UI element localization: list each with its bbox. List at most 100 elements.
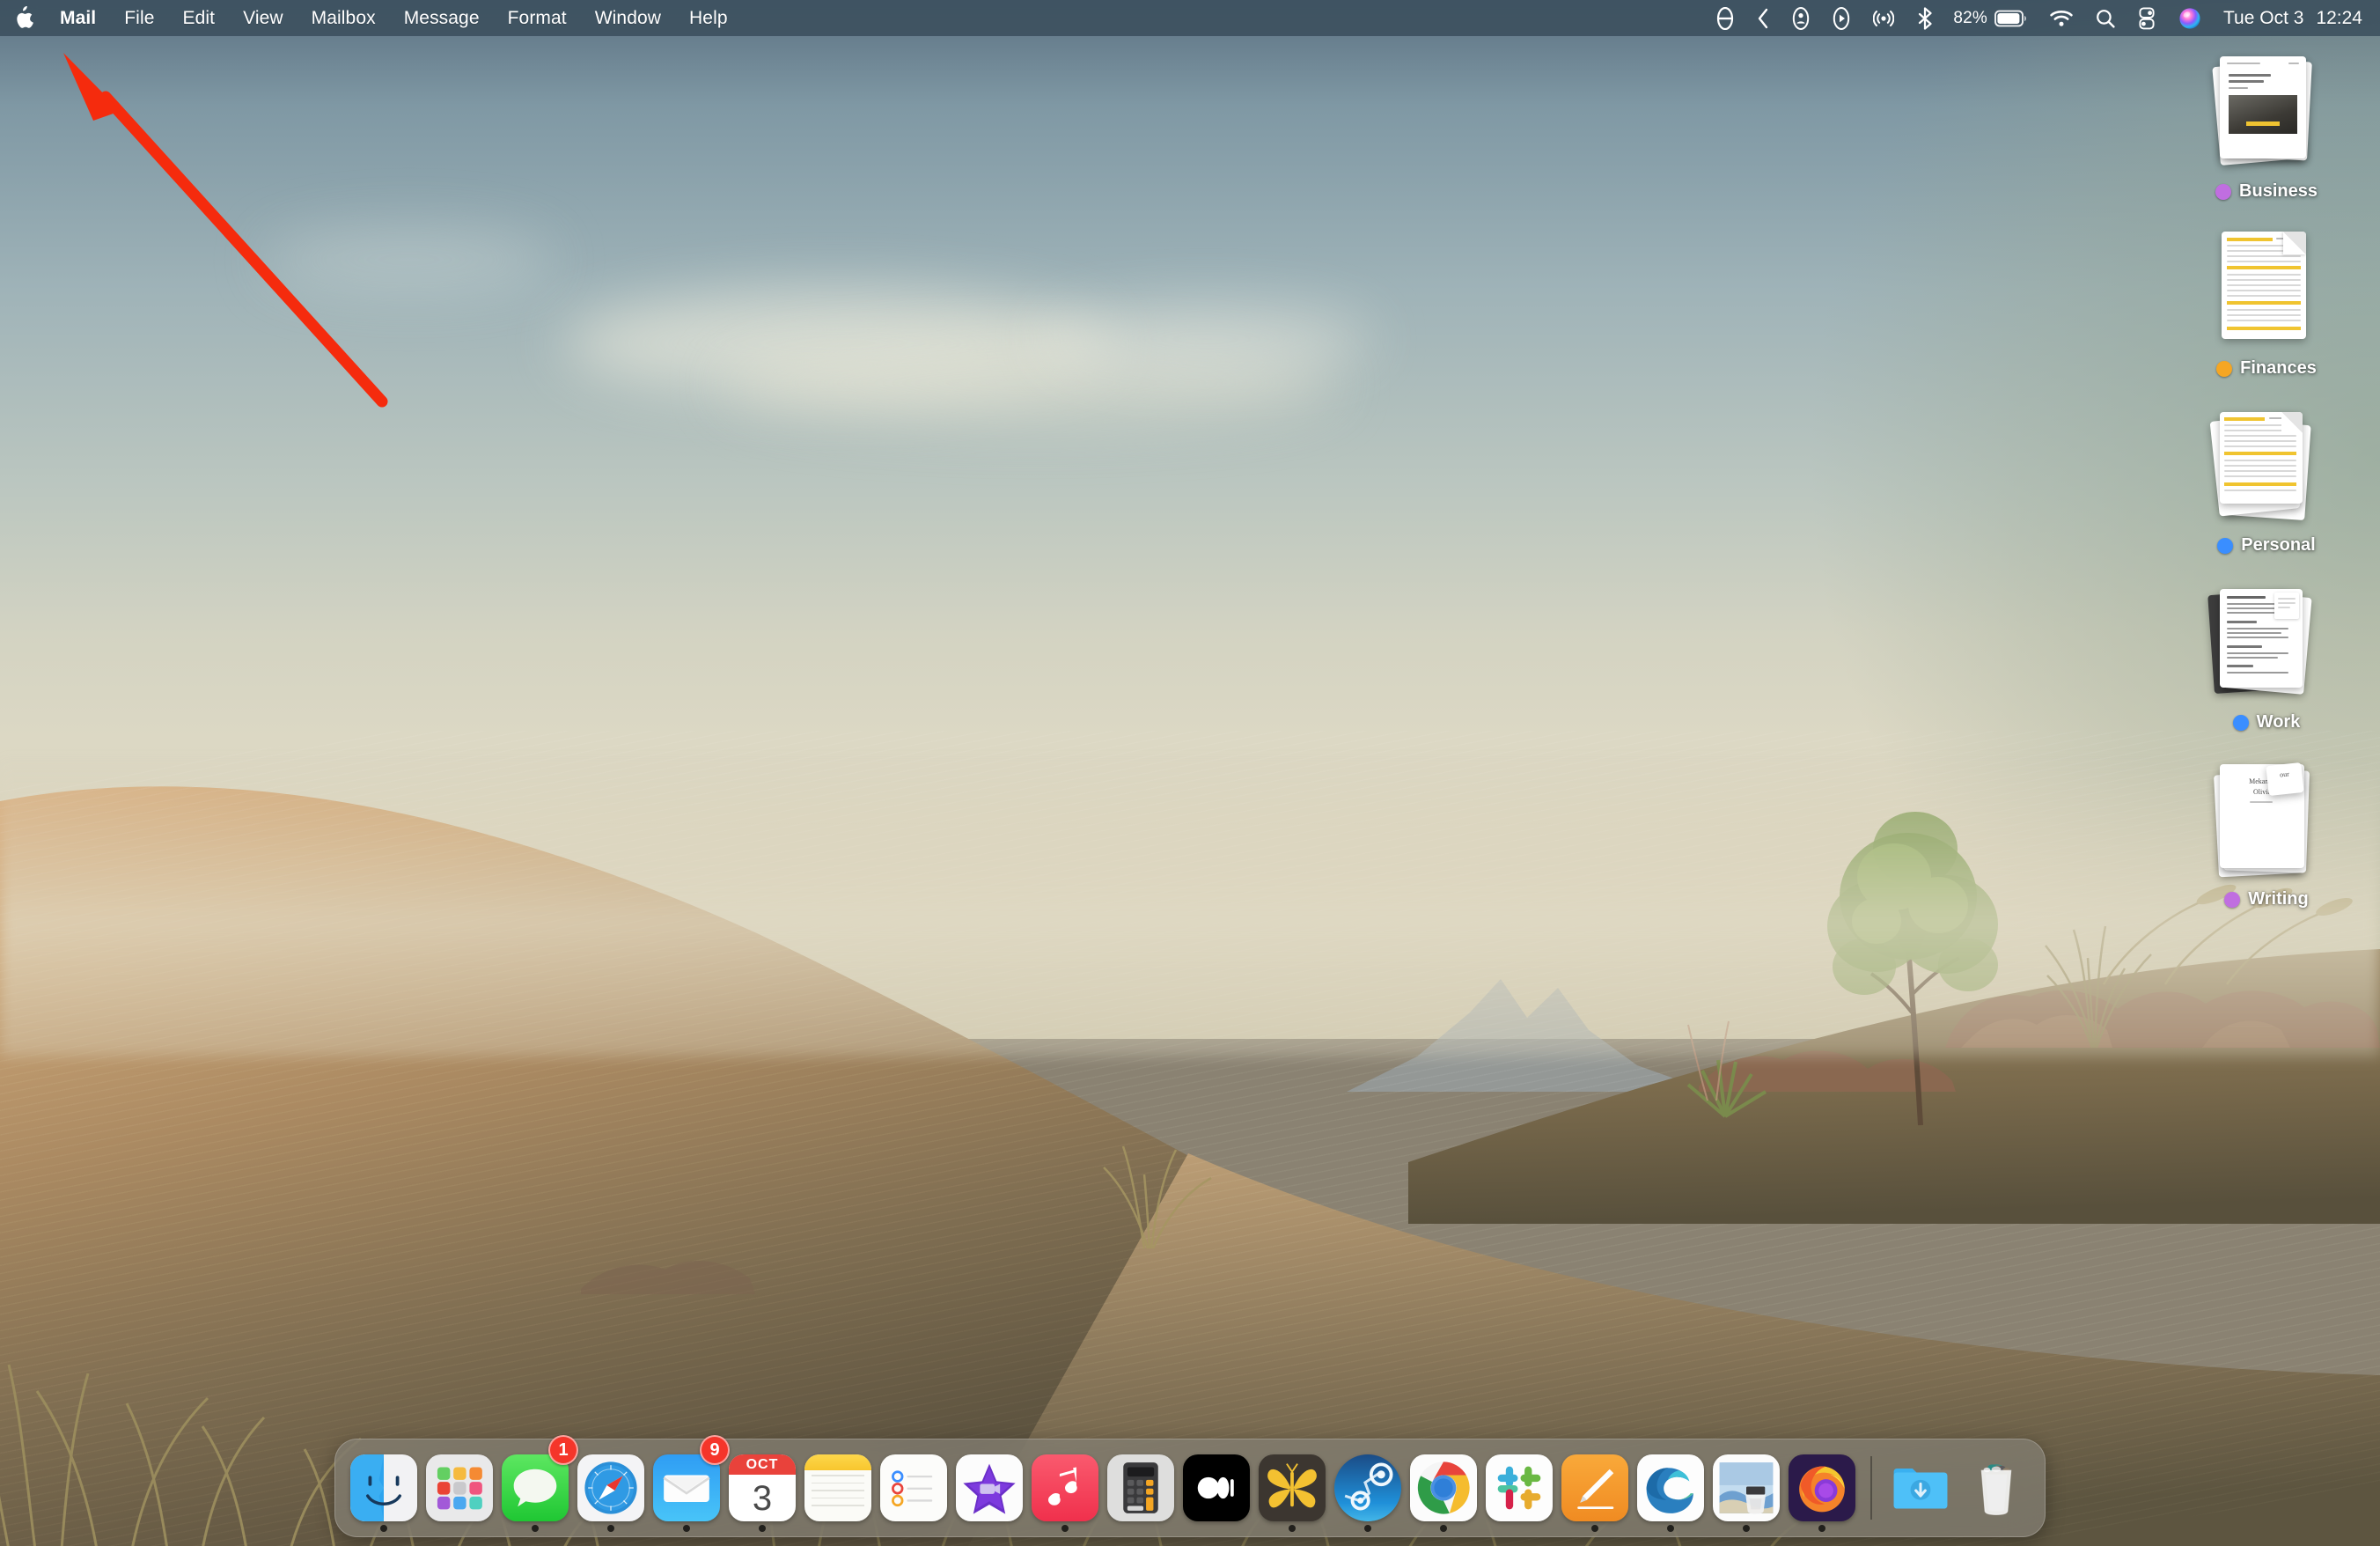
desktop-stack-personal[interactable]: Personal (2165, 405, 2368, 556)
menu-item-mailbox[interactable]: Mailbox (298, 0, 390, 36)
menu-item-edit[interactable]: Edit (169, 0, 230, 36)
letter-stack-icon: Mekanne Olivia our (2200, 759, 2332, 882)
menu-item-help[interactable]: Help (675, 0, 742, 36)
reminders-icon (892, 1470, 933, 1507)
dock-item-imovie[interactable] (951, 1439, 1027, 1537)
dock-item-calendar[interactable]: OCT 3 (724, 1439, 800, 1537)
wifi-menu-icon[interactable] (2038, 0, 2084, 36)
search-icon (2097, 9, 2115, 28)
dock: 1 9 OCT 3 (334, 1435, 2046, 1537)
desktop-stack-label: Finances (2216, 358, 2317, 379)
dock-item-messages[interactable]: 1 (497, 1435, 578, 1537)
trash-icon (1980, 1464, 2012, 1515)
control-center-icon (2139, 6, 2155, 29)
stack-name-finances: Finances (2240, 358, 2317, 378)
menu-bar-left: Mail File Edit View Mailbox Message Form… (0, 0, 742, 36)
desktop-stack-finances[interactable]: Finances (2165, 228, 2368, 379)
podcasts-icon (1197, 1476, 1234, 1499)
calculator-icon (1123, 1462, 1158, 1513)
running-indicator (1061, 1525, 1069, 1532)
wifi-icon (2050, 10, 2073, 26)
menu-bar: Mail File Edit View Mailbox Message Form… (0, 0, 2380, 36)
menu-item-format[interactable]: Format (494, 0, 581, 36)
safari-icon (584, 1461, 637, 1514)
chrome-icon (1417, 1461, 1470, 1514)
dock-item-preview[interactable] (1708, 1439, 1784, 1537)
user-account-menu-icon[interactable] (1781, 0, 1821, 36)
airplay-menu-icon[interactable] (1862, 0, 1906, 36)
dropbox-menu-icon[interactable] (1705, 0, 1745, 36)
battery-status[interactable]: 82% (1944, 9, 2038, 28)
menu-bar-status-area: 82% Tue Oct 3 12:24 (1705, 0, 2380, 36)
bluetooth-menu-icon[interactable] (1906, 0, 1944, 36)
dock-item-podcasts[interactable] (1179, 1439, 1254, 1537)
running-indicator (759, 1525, 766, 1532)
bluetooth-icon (1919, 6, 1932, 30)
notes-header (804, 1454, 871, 1470)
running-indicator (1743, 1525, 1750, 1532)
dock-item-music[interactable] (1027, 1439, 1103, 1537)
dock-item-calculator[interactable] (1103, 1439, 1179, 1537)
tag-dot-orange (2216, 360, 2233, 377)
wallpaper-cloud (264, 229, 555, 291)
messages-badge: 1 (548, 1435, 578, 1465)
dock-item-slack[interactable] (1481, 1439, 1557, 1537)
siri-icon (2179, 7, 2200, 29)
dock-item-safari[interactable] (573, 1439, 649, 1537)
desktop-stack-label: Writing (2224, 889, 2309, 909)
launchpad-icon (437, 1467, 482, 1510)
imovie-icon (963, 1463, 1016, 1514)
control-center-button[interactable] (2127, 0, 2167, 36)
chevron-left-menu-icon[interactable] (1745, 0, 1781, 36)
siri-button[interactable] (2167, 0, 2213, 36)
menu-bar-clock[interactable]: Tue Oct 3 12:24 (2213, 0, 2366, 36)
dock-item-firefox[interactable] (1784, 1439, 1860, 1537)
play-circle-menu-icon[interactable] (1821, 0, 1862, 36)
stack-name-writing: Writing (2248, 889, 2309, 909)
music-icon (1048, 1467, 1077, 1506)
dock-item-pages[interactable] (1557, 1439, 1633, 1537)
dock-item-reminders[interactable] (876, 1439, 951, 1537)
menu-item-window[interactable]: Window (581, 0, 675, 36)
firefox-icon (1799, 1466, 1845, 1513)
desktop-stack-label: Personal (2217, 535, 2316, 556)
pages-icon (1577, 1469, 1614, 1509)
apple-logo-icon (17, 5, 33, 28)
battery-percent-label: 82% (1953, 8, 1987, 27)
dock-item-finder[interactable] (346, 1439, 422, 1537)
wallpaper-cloud (1039, 304, 1373, 374)
dock-item-trash[interactable] (1958, 1439, 2034, 1537)
calendar-day: 3 (752, 1478, 773, 1518)
stack-name-business: Business (2239, 181, 2318, 201)
menu-item-mail[interactable]: Mail (46, 0, 110, 36)
dock-item-chrome[interactable] (1406, 1439, 1481, 1537)
user-account-icon (1793, 6, 1810, 30)
apple-menu-button[interactable] (0, 0, 46, 36)
spreadsheet-single-icon (2200, 228, 2332, 351)
play-circle-icon (1833, 6, 1850, 30)
menu-item-message[interactable]: Message (390, 0, 494, 36)
dock-item-mail[interactable]: 9 (649, 1435, 730, 1537)
dock-item-steam[interactable] (1330, 1439, 1406, 1537)
desktop-stack-writing[interactable]: Mekanne Olivia our Writing (2165, 759, 2368, 909)
menu-item-file[interactable]: File (110, 0, 168, 36)
tag-dot-purple (2215, 183, 2232, 200)
desktop-stack-business[interactable]: Business (2165, 51, 2368, 202)
stack-name-work: Work (2256, 712, 2301, 732)
document-stack-dark-icon (2200, 582, 2332, 705)
running-indicator (1364, 1525, 1371, 1532)
menu-item-view[interactable]: View (229, 0, 298, 36)
desktop-stack-work[interactable]: Work (2165, 582, 2368, 733)
dock-item-edge[interactable] (1633, 1439, 1708, 1537)
dock-item-downloads[interactable] (1883, 1439, 1958, 1537)
butterfly-icon (1267, 1463, 1317, 1508)
running-indicator (683, 1525, 690, 1532)
dock-item-notes[interactable] (800, 1439, 876, 1537)
running-indicator (1667, 1525, 1674, 1532)
dock-item-tower[interactable] (1254, 1439, 1330, 1537)
spotlight-search-button[interactable] (2084, 0, 2127, 36)
tag-dot-blue (2232, 714, 2249, 731)
dock-item-launchpad[interactable] (422, 1439, 497, 1537)
calendar-month: OCT (729, 1454, 796, 1475)
preview-icon (1719, 1462, 1774, 1514)
